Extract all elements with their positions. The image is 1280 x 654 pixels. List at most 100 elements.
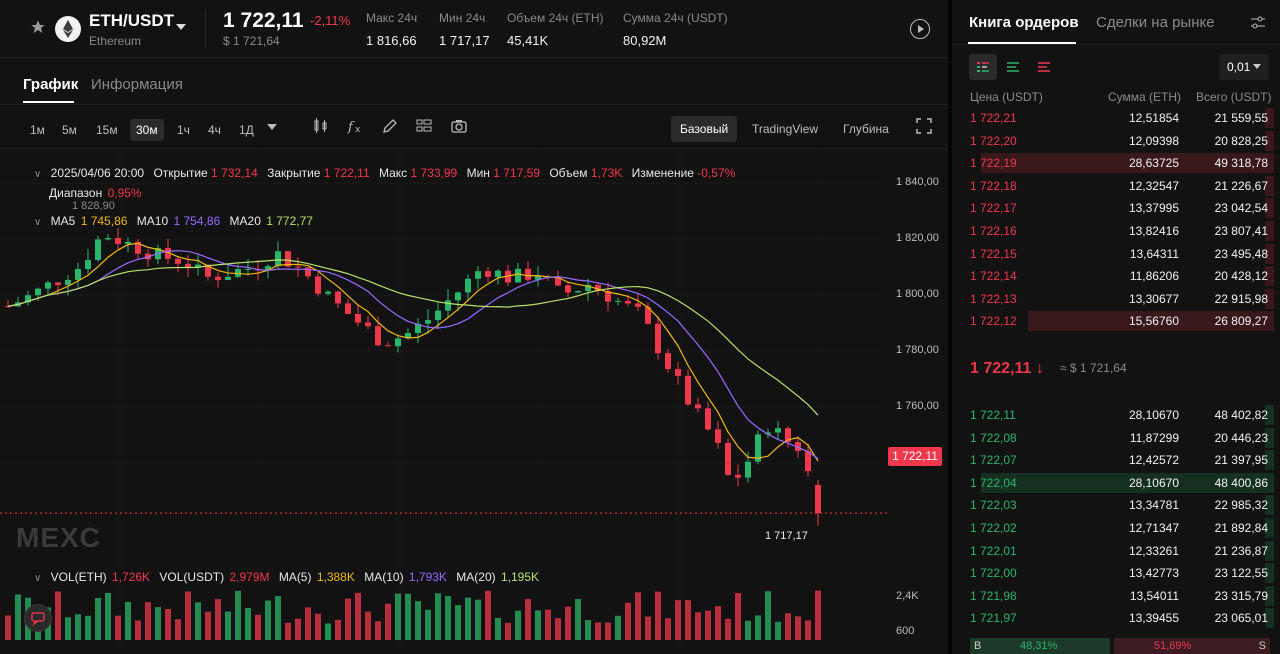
view-depth[interactable]: Глубина [834, 116, 898, 142]
arrow-down-icon: ↓ [1035, 360, 1044, 377]
bid-row[interactable]: 1 722,08 11,87299 20 446,23 [966, 427, 1274, 450]
bid-row[interactable]: 1 722,03 13,34781 22 985,32 [966, 494, 1274, 517]
buy-ratio-label: B [974, 640, 982, 652]
pencil-icon[interactable] [381, 117, 399, 135]
collapse-chevron-icon[interactable]: ∨ [34, 573, 41, 584]
candle-body [295, 266, 301, 268]
volume-bar [795, 616, 801, 640]
volume-bar [335, 619, 341, 640]
pair-name[interactable]: ETH/USDT [89, 11, 174, 31]
bid-price: 1 722,03 [970, 498, 1017, 513]
ask-row[interactable]: 1 722,14 11,86206 20 428,12 [966, 265, 1274, 288]
candle-body [275, 251, 281, 267]
chevron-down-icon[interactable] [267, 124, 277, 130]
timeframe-5m[interactable]: 5м [56, 119, 83, 141]
candle-body [365, 322, 371, 327]
ask-row[interactable]: 1 722,13 13,30677 22 915,98 [966, 288, 1274, 311]
timeframe-1d[interactable]: 1Д [233, 119, 260, 141]
ask-row[interactable]: 1 722,19 28,63725 49 318,78 [966, 152, 1274, 175]
star-icon[interactable] [30, 19, 46, 35]
ask-row[interactable]: 1 722,15 13,64311 23 495,48 [966, 243, 1274, 266]
ma20-value: 1 772,77 [266, 214, 313, 228]
settings-sliders-icon[interactable] [1249, 14, 1267, 32]
volume-bar [95, 597, 101, 640]
bid-amount: 12,42572 [1128, 453, 1179, 468]
bid-row[interactable]: 1 722,04 28,10670 48 400,86 [966, 472, 1274, 495]
y-axis-label: 1 840,00 [896, 176, 939, 188]
tab-market-trades[interactable]: Сделки на рынке [1096, 14, 1215, 31]
bid-row[interactable]: 1 722,11 28,10670 48 402,82 [966, 404, 1274, 427]
volume-bar [675, 600, 681, 640]
candle-body [775, 428, 781, 433]
ma5-value: 1 745,86 [80, 214, 128, 228]
ask-price: 1 722,21 [970, 111, 1017, 125]
timeframe-1m[interactable]: 1м [24, 119, 51, 141]
active-tab-indicator [23, 101, 74, 103]
ask-row[interactable]: 1 722,20 12,09398 20 828,25 [966, 130, 1274, 153]
volume-bar [65, 617, 71, 640]
candle-body [675, 369, 681, 376]
volume-axis-label: 600 [896, 625, 915, 637]
volume-bar [205, 611, 211, 640]
bid-total: 21 236,87 [1214, 543, 1268, 558]
timeframe-4h[interactable]: 4ч [202, 119, 227, 141]
volume-bar [145, 602, 151, 640]
tab-chart[interactable]: График [23, 76, 78, 93]
bid-row[interactable]: 1 722,01 12,33261 21 236,87 [966, 540, 1274, 563]
candle-body [435, 310, 441, 321]
tab-info[interactable]: Информация [91, 76, 183, 93]
vol-usdt-label: VOL(USDT) [159, 570, 225, 584]
volume-bar [295, 618, 301, 640]
collapse-chevron-icon[interactable]: ∨ [34, 169, 41, 180]
ask-row[interactable]: 1 722,18 12,32547 21 226,67 [966, 175, 1274, 198]
ask-total: 22 915,98 [1214, 291, 1268, 306]
volume-bar [555, 618, 561, 640]
ask-row[interactable]: 1 722,16 13,82416 23 807,41 [966, 220, 1274, 243]
tab-orderbook[interactable]: Книга ордеров [969, 14, 1079, 31]
view-tradingview[interactable]: TradingView [743, 116, 827, 142]
range-value: 0,95% [107, 186, 142, 200]
volume-value: 1,73K [590, 166, 623, 180]
view-basic[interactable]: Базовый [671, 116, 738, 142]
play-icon[interactable] [910, 19, 930, 39]
ask-total: 23 807,41 [1214, 224, 1268, 238]
layout-grid-icon[interactable] [415, 117, 433, 135]
range-row: Диапазон 0,95% [49, 186, 148, 200]
timeframe-30m[interactable]: 30м [130, 119, 164, 141]
bid-total: 48 400,86 [1214, 475, 1268, 490]
volume-bar [405, 593, 411, 640]
ask-row[interactable]: 1 722,21 12,51854 21 559,55 [966, 107, 1274, 130]
bid-row[interactable]: 1 721,97 13,39455 23 065,01 [966, 607, 1274, 630]
volume-bar [345, 598, 351, 640]
timeframe-15m[interactable]: 15м [90, 119, 124, 141]
volume-bar [285, 622, 291, 640]
candles-icon[interactable] [312, 117, 330, 135]
layout-both-icon[interactable] [969, 54, 997, 80]
layout-bids-icon[interactable] [999, 54, 1027, 80]
bid-total: 48 402,82 [1214, 408, 1268, 422]
bid-row[interactable]: 1 722,07 12,42572 21 397,95 [966, 449, 1274, 472]
bid-amount: 13,34781 [1128, 498, 1179, 513]
bid-row[interactable]: 1 721,98 13,54011 23 315,79 [966, 585, 1274, 608]
chevron-down-icon[interactable] [176, 24, 186, 30]
bid-amount: 28,10670 [1128, 408, 1179, 422]
chat-icon[interactable] [24, 604, 52, 632]
volume-bar [105, 592, 111, 640]
col-price-header: Цена (USDT) [970, 90, 1043, 104]
bid-row[interactable]: 1 722,00 13,42773 23 122,55 [966, 562, 1274, 585]
layout-asks-icon[interactable] [1030, 54, 1058, 80]
bid-amount: 12,71347 [1128, 521, 1179, 535]
fullscreen-icon[interactable] [915, 117, 933, 135]
ask-row[interactable]: 1 722,17 13,37995 23 042,54 [966, 197, 1274, 220]
collapse-chevron-icon[interactable]: ∨ [34, 217, 41, 228]
change-value: -0,57% [697, 166, 736, 180]
bid-row[interactable]: 1 722,02 12,71347 21 892,84 [966, 517, 1274, 540]
volume-bar [425, 609, 431, 640]
indicator-fx-icon[interactable]: fx [347, 117, 365, 135]
precision-select[interactable]: 0,01 [1219, 54, 1269, 80]
ask-row[interactable]: 1 722,12 15,56760 26 809,27 [966, 310, 1274, 333]
timeframe-1h[interactable]: 1ч [171, 119, 196, 141]
stat-high-label: Макс 24ч [366, 11, 418, 25]
camera-icon[interactable] [450, 117, 468, 135]
candle-body [85, 259, 91, 270]
